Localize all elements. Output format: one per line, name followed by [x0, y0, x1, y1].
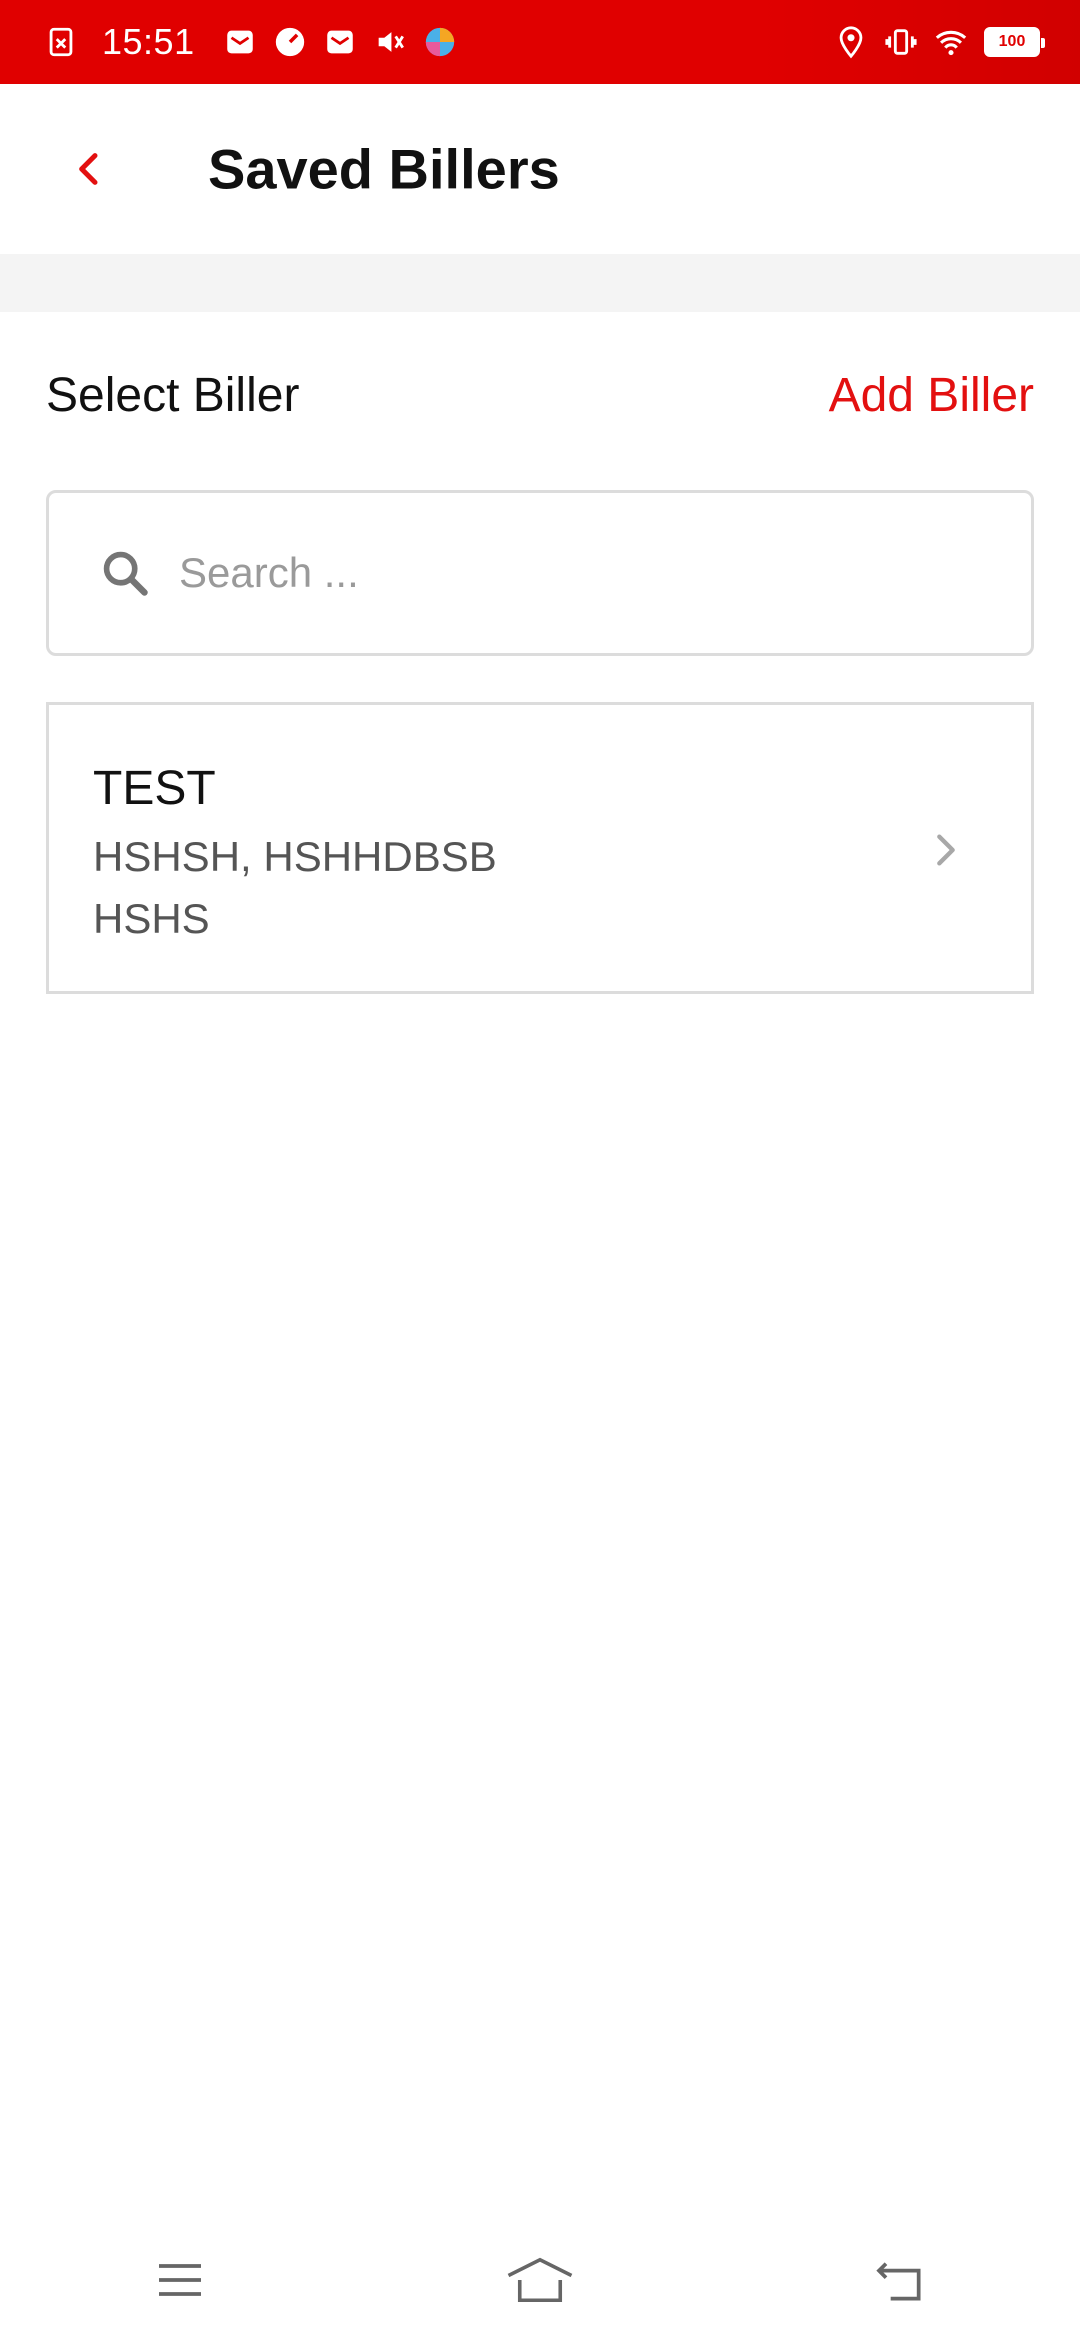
status-bar-right: 100	[834, 25, 1045, 59]
menu-icon	[159, 2264, 201, 2296]
vibrate-icon	[884, 25, 918, 59]
search-box[interactable]	[46, 490, 1034, 656]
battery-indicator: 100	[984, 27, 1045, 57]
biller-name: TEST	[93, 762, 216, 815]
speed-icon	[273, 25, 307, 59]
screen: 15:51 100 Saved Billers Select Biller Ad…	[0, 0, 1080, 2340]
status-bar: 15:51 100	[0, 0, 1080, 84]
home-nav-button[interactable]	[500, 2240, 580, 2320]
biller-detail: HSHSH, HSHHDBSB	[93, 833, 497, 880]
back-button[interactable]	[60, 139, 120, 199]
location-icon	[834, 25, 868, 59]
app-header: Saved Billers	[0, 84, 1080, 254]
chevron-right-icon	[921, 825, 971, 875]
mute-icon	[373, 25, 407, 59]
system-nav-bar	[0, 2220, 1080, 2340]
header-divider	[0, 254, 1080, 312]
search-input[interactable]	[179, 549, 939, 597]
biller-list-item[interactable]: TEST HSHSH, HSHHDBSB HSHS	[46, 702, 1034, 994]
search-icon	[97, 545, 153, 601]
mail-icon	[323, 25, 357, 59]
page-title: Saved Billers	[208, 137, 560, 201]
chevron-left-icon	[79, 153, 98, 185]
mail-icon	[223, 25, 257, 59]
home-icon	[507, 2257, 573, 2303]
biller-detail: HSHS	[93, 895, 210, 942]
menu-nav-button[interactable]	[140, 2240, 220, 2320]
status-time: 15:51	[102, 21, 195, 62]
sim-error-icon	[44, 25, 78, 59]
add-biller-button[interactable]: Add Biller	[829, 368, 1034, 423]
wifi-icon	[934, 25, 968, 59]
back-nav-button[interactable]	[860, 2240, 940, 2320]
select-biller-row: Select Biller Add Biller	[46, 360, 1034, 430]
browser-icon	[423, 25, 457, 59]
select-biller-label: Select Biller	[46, 368, 300, 422]
status-bar-left: 15:51	[44, 21, 457, 63]
return-icon	[876, 2262, 921, 2301]
